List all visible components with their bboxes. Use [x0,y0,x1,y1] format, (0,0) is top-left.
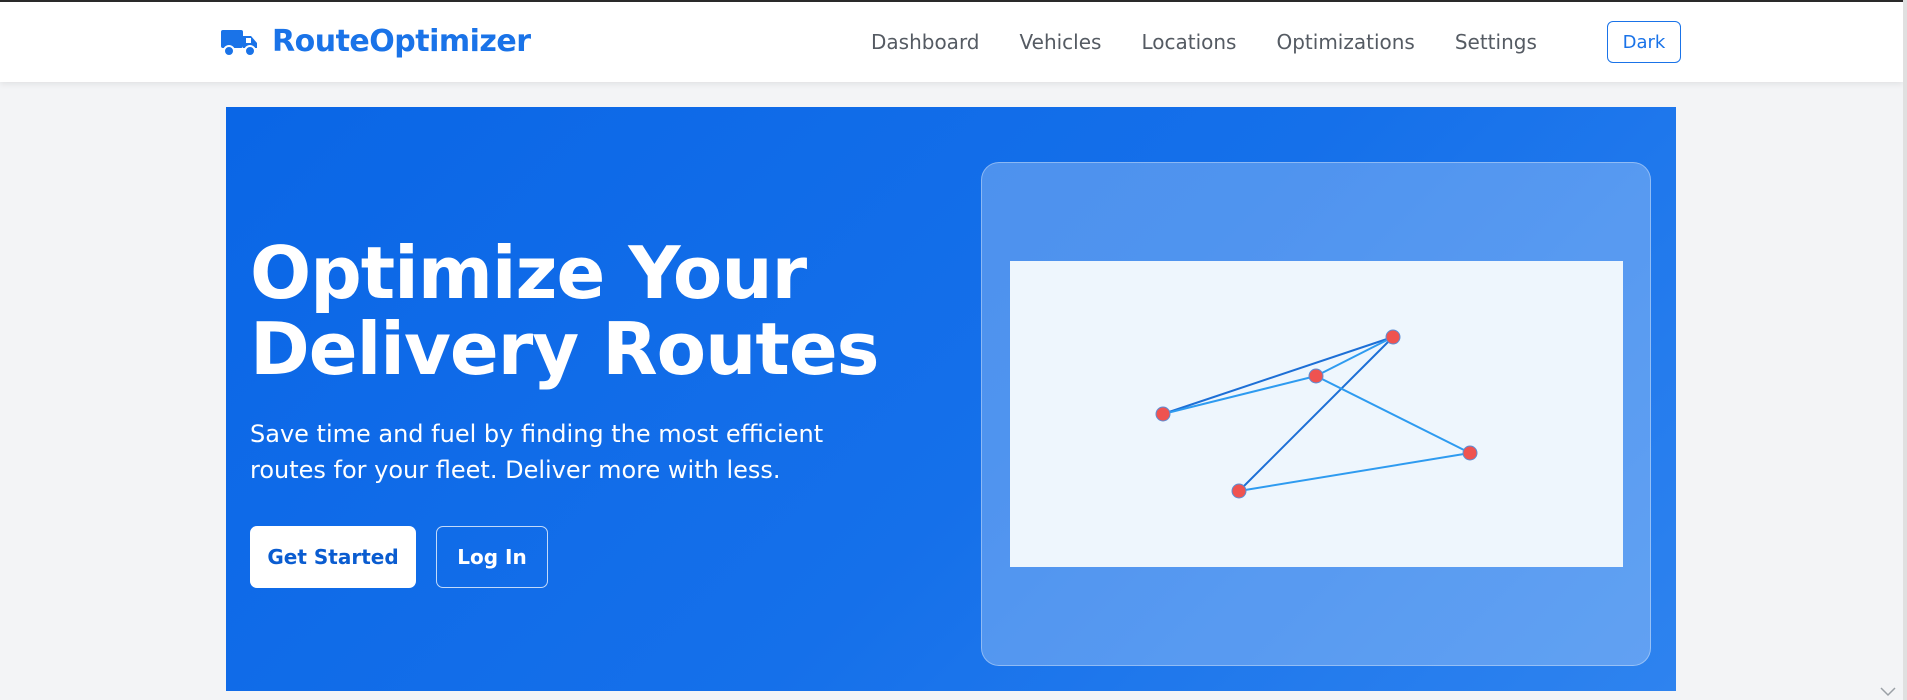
hero-section: Optimize Your Delivery Routes Save time … [226,107,1676,691]
hero-title-line-2: Delivery Routes [250,307,879,391]
nav-item-settings[interactable]: Settings [1455,30,1537,54]
route-stop[interactable] [1155,406,1171,422]
hero-title-line-1: Optimize Your [250,231,807,315]
route-segment [1315,336,1394,377]
route-map-card [981,162,1651,666]
route-segment [1315,375,1471,454]
truck-icon [221,29,257,57]
get-started-button[interactable]: Get Started [250,526,416,588]
theme-toggle-button[interactable]: Dark [1607,21,1681,63]
route-stop[interactable] [1308,368,1324,384]
log-in-button[interactable]: Log In [436,526,548,588]
route-stop[interactable] [1385,329,1401,345]
nav-item-dashboard[interactable]: Dashboard [871,30,980,54]
collapse-icon[interactable] [1875,686,1901,700]
nav-item-vehicles[interactable]: Vehicles [1020,30,1102,54]
brand-name: RouteOptimizer [272,24,531,59]
route-segment [1162,375,1317,415]
hero-title: Optimize Your Delivery Routes [250,235,970,387]
route-map [1010,261,1623,567]
route-segment [1238,336,1394,492]
hero-subtitle: Save time and fuel by finding the most e… [250,420,824,484]
nav-item-optimizations[interactable]: Optimizations [1276,30,1414,54]
navbar: RouteOptimizer Dashboard Vehicles Locati… [0,2,1903,82]
nav-item-locations[interactable]: Locations [1141,30,1236,54]
route-segment [1238,452,1471,492]
page-scrollbar[interactable] [1903,0,1907,700]
route-stop[interactable] [1462,445,1478,461]
main-nav: Dashboard Vehicles Locations Optimizatio… [871,30,1537,54]
brand[interactable]: RouteOptimizer [220,24,531,59]
route-map-graphic [1155,329,1478,499]
route-stop[interactable] [1231,483,1247,499]
route-segment [1162,336,1394,415]
